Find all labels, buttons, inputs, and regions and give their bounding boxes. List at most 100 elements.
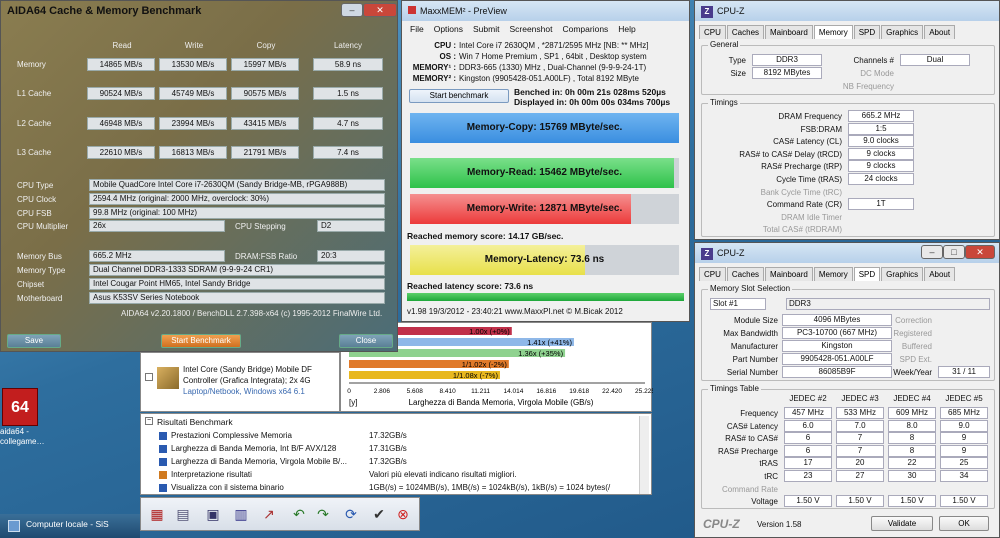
redo-icon[interactable]: ↷	[313, 504, 333, 524]
cpuz2-maximize-button[interactable]: □	[943, 245, 965, 259]
tab-mainboard[interactable]: Mainboard	[765, 25, 813, 39]
size-label: Size	[730, 69, 746, 78]
benchmark-value: 43415 MB/s	[231, 117, 299, 130]
info-row: MEMORY² : Kingston (9905428-051.A00LF) , …	[410, 74, 680, 83]
latency-bar-text: Memory-Latency: 73.6 ns	[484, 254, 605, 265]
menu-item-screenshot[interactable]: Screenshot	[509, 24, 552, 34]
tab-caches[interactable]: Caches	[726, 25, 765, 39]
aida64-desktop-icon[interactable]: 64	[2, 388, 38, 426]
cpuz2-tabs: CPU Caches Mainboard Memory SPD Graphics About	[699, 267, 956, 281]
write-bar-text: Memory-Write: 12871 MByte/sec.	[466, 203, 623, 214]
results-header: Risultati Benchmark	[157, 417, 233, 427]
benchmark-value: 1.5 ns	[313, 87, 383, 100]
latency-score: Reached latency score: 73.6 ns	[407, 281, 534, 291]
menu-item-options[interactable]: Options	[434, 24, 463, 34]
collapse-icon[interactable]: −	[145, 417, 153, 425]
cpuz1-title: Z CPU-Z	[695, 1, 999, 21]
tab-cpu[interactable]: CPU	[699, 267, 726, 281]
tab-memory[interactable]: Memory	[813, 267, 853, 281]
benchmark-value: 4.7 ns	[313, 117, 383, 130]
timing-label: Bank Cycle Time (tRC)	[760, 187, 842, 197]
tab-graphics[interactable]: Graphics	[881, 25, 924, 39]
benchmark-value: 7.4 ns	[313, 146, 383, 159]
timings-group: Timings DRAM Frequency 665.2 MHz FSB:DRAM 1…	[701, 98, 995, 237]
jedec-header: JEDEC #5	[945, 394, 983, 403]
menu-item-help[interactable]: Help	[618, 24, 635, 34]
result-value: 17.31GB/s	[369, 444, 407, 453]
spd-extra-label: Correction	[895, 316, 932, 325]
chart-bar-label: 1.36x (+35%)	[518, 349, 563, 358]
refresh-icon[interactable]: ⟳	[341, 504, 361, 524]
device-line-3: Laptop/Netbook, Windows x64 6.1	[183, 387, 305, 396]
minimize-button[interactable]: –	[341, 3, 363, 17]
slot-select[interactable]: Slot #1	[710, 298, 766, 310]
benchmark-value: 21791 MB/s	[231, 146, 299, 159]
benchmark-value: 16813 MB/s	[159, 146, 227, 159]
jedec-value: 34	[940, 470, 988, 482]
chart-tick: 16.816	[536, 388, 556, 395]
tab-memory[interactable]: Memory	[813, 25, 853, 39]
cpuz2-close-button[interactable]: ✕	[965, 245, 995, 259]
chart-icon[interactable]: ▥	[231, 504, 251, 524]
start-benchmark-button[interactable]: Start Benchmark	[161, 334, 241, 348]
chart-tick: 25.225	[635, 388, 653, 395]
nb-frequency-label: NB Frequency	[842, 82, 894, 91]
memory-score: Reached memory score: 14.17 GB/sec.	[407, 231, 564, 241]
maxx-status: v1.98 19/3/2012 - 23:40:21 www.MaxxPI.ne…	[407, 307, 623, 316]
cpu-mult-label: CPU Multiplier	[17, 222, 69, 231]
checkmark-icon[interactable]: ✔	[369, 504, 389, 524]
timing-label: RAS# to CAS# Delay (tRCD)	[739, 149, 842, 159]
menu-item-submit[interactable]: Submit	[473, 24, 499, 34]
result-value: 17.32GB/s	[369, 431, 407, 440]
tab-graphics[interactable]: Graphics	[881, 267, 924, 281]
start-benchmark-maxx-button[interactable]: Start benchmark	[409, 89, 509, 103]
jedec-value: 20	[836, 457, 884, 470]
chart-bar-label: 1.41x (+41%)	[527, 338, 572, 347]
tab-cpu[interactable]: CPU	[699, 25, 726, 39]
read-bar: Memory-Read: 15462 MByte/sec.	[410, 158, 679, 188]
validate-button[interactable]: Validate	[871, 516, 933, 531]
col-header-3: Latency	[333, 41, 363, 50]
timing-label: Command Rate (CR)	[766, 200, 842, 210]
graph-icon[interactable]: ↗	[259, 504, 279, 524]
chart-xlabel: Larghezza di Banda Memoria, Virgola Mobi…	[409, 398, 594, 407]
close-window-button[interactable]: ✕	[363, 3, 397, 17]
result-value: 17.32GB/s	[369, 457, 407, 466]
close-button[interactable]: Close	[339, 334, 393, 348]
jedec-value: 9.0	[940, 419, 988, 432]
info-row: CPU : Intel Core i7 2630QM , *2871/2595 M…	[410, 41, 680, 50]
device-checkbox[interactable]	[145, 373, 153, 381]
timings-label: Timings	[708, 98, 740, 107]
undo-icon[interactable]: ↶	[289, 504, 309, 524]
menu-item-comparions[interactable]: Comparions	[562, 24, 608, 34]
results-scrollbar[interactable]	[639, 416, 649, 494]
computer-icon	[8, 520, 20, 532]
info-row: MEMORY¹ : DDR3-665 (1330) MHz , Dual-Chan…	[410, 63, 680, 72]
result-label: Larghezza di Banda Memoria, Virgola Mobi…	[171, 457, 347, 466]
jedec-row-label: CAS# Latency	[726, 421, 778, 431]
mem-type-value: Dual Channel DDR3-1333 SDRAM (9-9-9-24 C…	[89, 264, 385, 276]
save-disk-icon[interactable]: ▣	[203, 504, 223, 524]
ok-button[interactable]: OK	[939, 516, 989, 531]
cancel-icon[interactable]: ⊗	[393, 504, 413, 524]
tab-about[interactable]: About	[924, 267, 956, 281]
tab-mainboard[interactable]: Mainboard	[765, 267, 813, 281]
slot-group-label: Memory Slot Selection	[708, 284, 793, 293]
result-label: Visualizza con il sistema binario	[171, 483, 284, 492]
tab-caches[interactable]: Caches	[726, 267, 765, 281]
tab-about[interactable]: About	[924, 25, 956, 39]
menu-item-file[interactable]: File	[410, 24, 424, 34]
cpu-clock-value: 2594.4 MHz (original: 2000 MHz, overcloc…	[89, 193, 385, 205]
chart-tick: 2.806	[374, 388, 391, 395]
tab-spd[interactable]: SPD	[853, 267, 881, 281]
cpuz-brand: CPU-Z	[703, 517, 740, 531]
report-icon[interactable]: ▦	[147, 504, 167, 524]
jedec-value: 6.0	[784, 419, 832, 432]
taskbar-item[interactable]: Computer locale - SiS	[26, 519, 109, 529]
print-icon[interactable]: ▤	[173, 504, 193, 524]
cpuz1-title-text: CPU-Z	[717, 6, 745, 16]
cpuz2-minimize-button[interactable]: –	[921, 245, 943, 259]
general-group: General Type DDR3 Size 8192 MBytes Chann…	[701, 40, 995, 95]
tab-spd[interactable]: SPD	[853, 25, 881, 39]
save-button[interactable]: Save	[7, 334, 61, 348]
